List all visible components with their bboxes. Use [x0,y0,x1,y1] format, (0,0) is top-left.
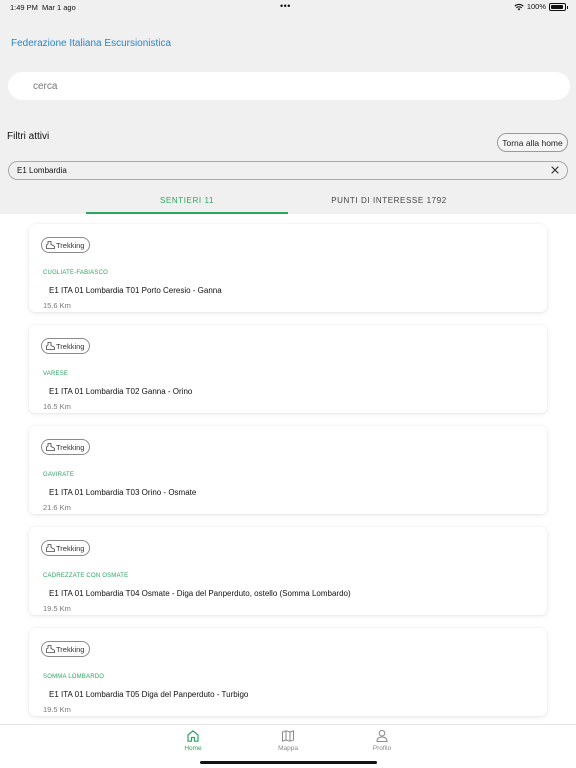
nav-mappa-label: Mappa [278,745,298,752]
trail-title: E1 ITA 01 Lombardia T02 Ganna - Orino [49,387,193,396]
trail-card[interactable]: Trekking CUGLIATE-FABIASCO E1 ITA 01 Lom… [29,224,547,312]
trail-distance: 21.6 Km [43,503,71,512]
home-icon [187,730,199,742]
tab-punti-di-interesse[interactable]: PUNTI DI INTERESSE 1792 [288,190,490,214]
trail-card[interactable]: Trekking CADREZZATE CON OSMATE E1 ITA 01… [29,527,547,615]
trail-title: E1 ITA 01 Lombardia T01 Porto Ceresio - … [49,286,222,295]
multitasking-dots[interactable]: ••• [280,1,291,11]
search-bar[interactable] [8,72,570,100]
category-label: Trekking [56,442,85,452]
active-filter-chip[interactable]: E1 Lombardia [8,161,568,180]
close-icon[interactable] [549,164,561,176]
status-indicators: 100% [514,2,568,11]
category-label: Trekking [56,240,85,250]
trail-title: E1 ITA 01 Lombardia T03 Orino - Osmate [49,488,197,497]
status-bar: 1:49 PM Mar 1 ago ••• 100% [0,0,576,14]
bottom-tab-bar: Home Mappa Profilo [0,724,576,768]
hiking-boot-icon [46,241,55,249]
trail-title: E1 ITA 01 Lombardia T04 Osmate - Diga de… [49,589,351,598]
home-indicator[interactable] [200,761,377,764]
trail-card[interactable]: Trekking GAVIRATE E1 ITA 01 Lombardia T0… [29,426,547,514]
results-tabs: SENTIERI 11 PUNTI DI INTERESSE 1792 [0,190,576,214]
trail-distance: 15.6 Km [43,301,71,310]
trail-distance: 19.5 Km [43,705,71,714]
category-chip: Trekking [41,540,91,556]
wifi-icon [514,3,524,10]
category-chip: Trekking [41,237,91,253]
nav-profilo[interactable]: Profilo [352,729,412,755]
hiking-boot-icon [46,342,55,350]
category-chip: Trekking [41,439,91,455]
nav-mappa[interactable]: Mappa [258,729,318,755]
trail-location: VARESE [43,371,69,377]
hiking-boot-icon [46,544,55,552]
status-time: 1:49 PM [10,3,38,12]
back-to-home-button[interactable]: Torna alla home [497,133,568,152]
trail-card[interactable]: Trekking SOMMA LOMBARDO E1 ITA 01 Lombar… [29,628,547,716]
filter-chip-label: E1 Lombardia [17,166,67,175]
category-chip: Trekking [41,338,91,354]
nav-home-label: Home [184,745,202,752]
trail-distance: 19.5 Km [43,604,71,613]
trail-location: GAVIRATE [43,472,75,478]
trail-title: E1 ITA 01 Lombardia T05 Diga del Panperd… [49,690,249,699]
trail-distance: 16.5 Km [43,402,71,411]
trail-location: CADREZZATE CON OSMATE [43,573,129,579]
trail-location: SOMMA LOMBARDO [43,674,105,680]
category-label: Trekking [56,644,85,654]
profile-icon [376,729,388,742]
nav-profilo-label: Profilo [372,745,392,752]
hiking-boot-icon [46,443,55,451]
tab-sentieri[interactable]: SENTIERI 11 [86,190,288,214]
battery-percent: 100% [526,2,546,11]
active-filters-title: Filtri attivi [7,131,50,142]
trail-list[interactable]: Trekking CUGLIATE-FABIASCO E1 ITA 01 Lom… [0,214,576,724]
category-label: Trekking [56,543,85,553]
category-label: Trekking [56,341,85,351]
search-input[interactable] [8,72,570,100]
category-chip: Trekking [41,641,91,657]
hiking-boot-icon [46,645,55,653]
trail-card[interactable]: Trekking VARESE E1 ITA 01 Lombardia T02 … [29,325,547,413]
app-title[interactable]: Federazione Italiana Escursionistica [11,38,171,49]
map-icon [282,730,294,742]
battery-icon [549,2,568,11]
status-date: Mar 1 ago [42,3,76,12]
nav-home[interactable]: Home [163,729,223,755]
trail-location: CUGLIATE-FABIASCO [43,270,108,276]
header-area: 1:49 PM Mar 1 ago ••• 100% Federazione I… [0,0,576,214]
